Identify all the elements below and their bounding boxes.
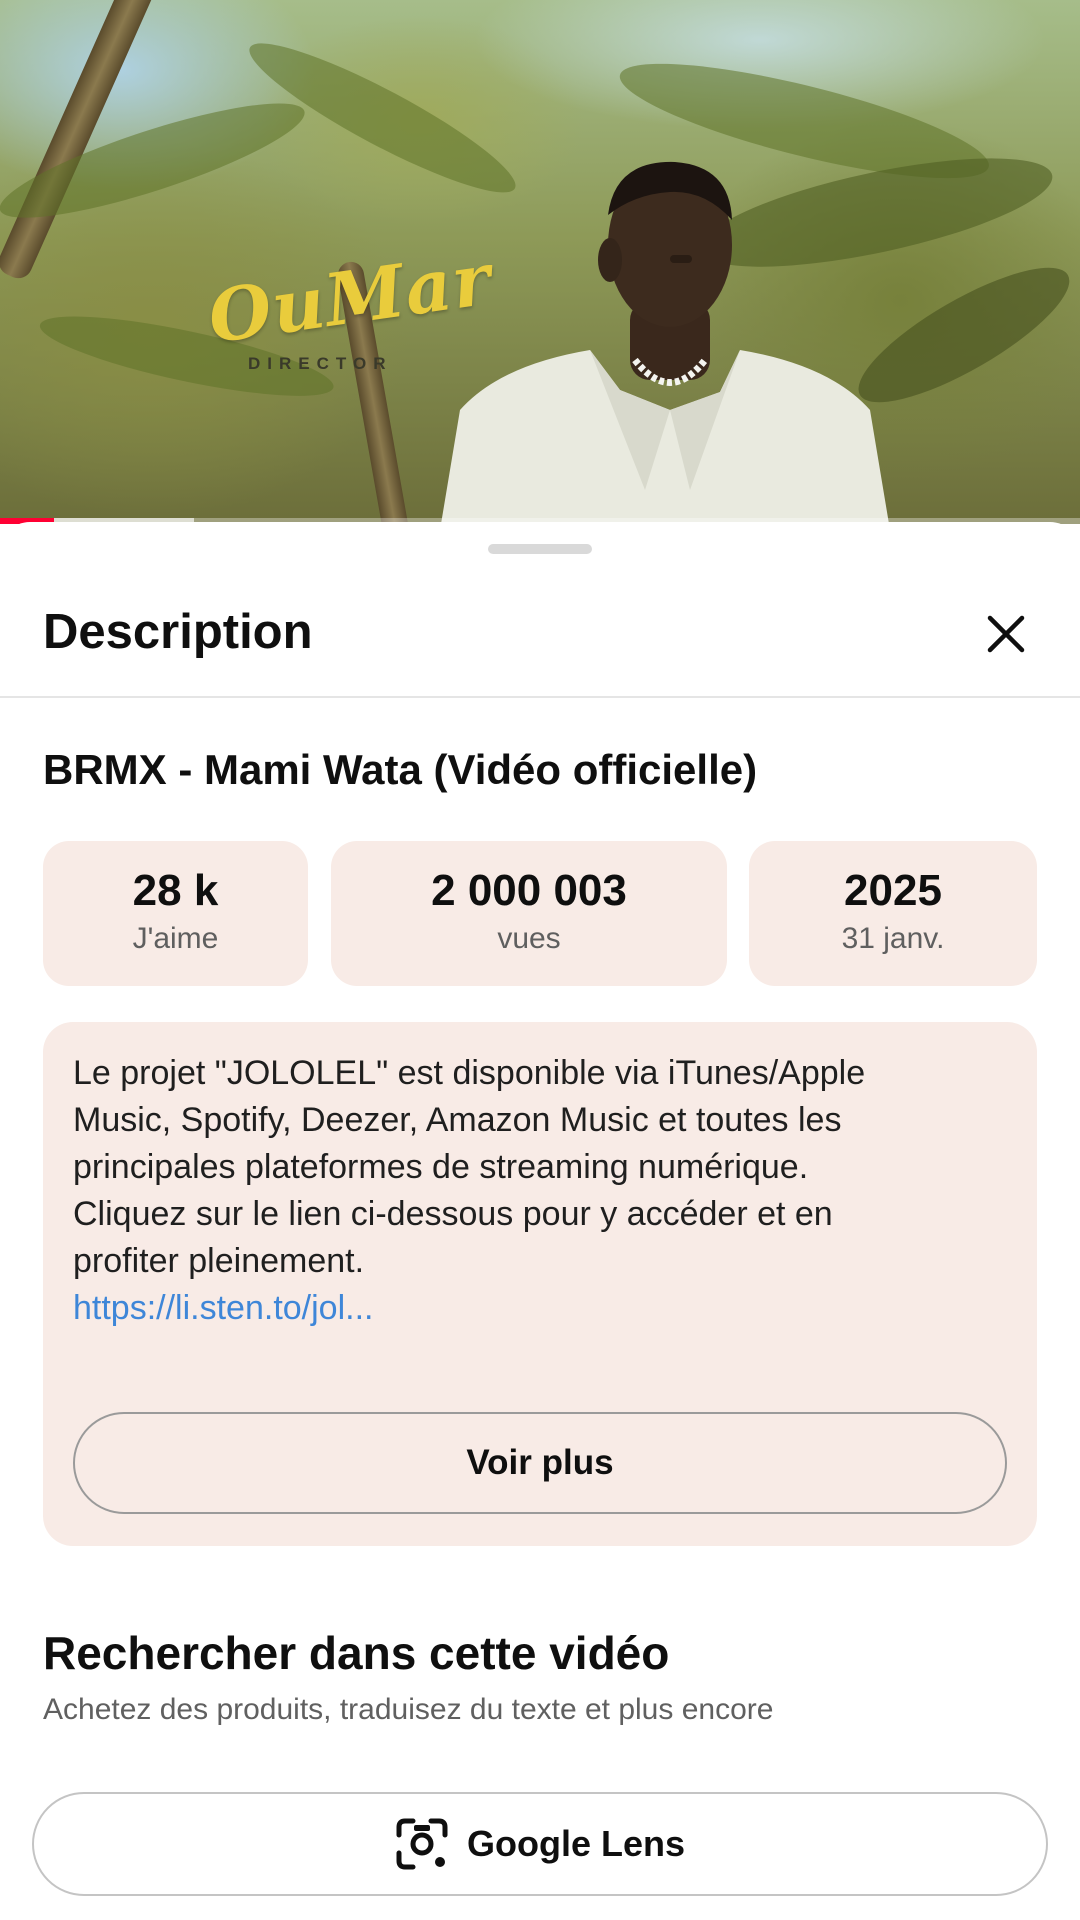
google-lens-button[interactable]: Google Lens — [32, 1792, 1048, 1896]
google-lens-label: Google Lens — [466, 1823, 686, 1864]
views-stat: 2 000 003 vues — [331, 841, 727, 986]
watermark-logo: OuMar DIRECTOR — [203, 236, 496, 382]
show-more-button[interactable]: Voir plus — [73, 1412, 1007, 1514]
header-divider — [0, 696, 1080, 698]
likes-stat: 28 k J'aime — [43, 841, 308, 986]
person-figure — [441, 161, 889, 524]
date-stat: 2025 31 janv. — [749, 841, 1037, 986]
drag-handle[interactable] — [488, 544, 592, 554]
search-section-title: Rechercher dans cette vidéo — [43, 1627, 670, 1679]
views-count: 2 000 003 — [431, 866, 627, 915]
description-sheet: Description BRMX - Mami Wata (Vidéo offi… — [0, 522, 1080, 1920]
description-line: principales plateformes de streaming num… — [73, 1148, 809, 1186]
likes-count: 28 k — [132, 866, 219, 915]
publish-year: 2025 — [844, 866, 942, 915]
close-icon — [987, 615, 1025, 653]
video-title: BRMX - Mami Wata (Vidéo officielle) — [43, 746, 758, 793]
description-link[interactable]: https://li.sten.to/jol... — [73, 1289, 373, 1327]
video-player[interactable]: OuMar DIRECTOR — [0, 0, 1080, 524]
description-line: Le projet "JOLOLEL" est disponible via i… — [73, 1054, 866, 1092]
publish-date: 31 janv. — [841, 922, 945, 955]
sheet-title: Description — [43, 605, 313, 659]
watermark-subtitle: DIRECTOR — [248, 354, 393, 373]
description-line: Cliquez sur le lien ci-dessous pour y ac… — [73, 1195, 833, 1233]
description-text: Le projet "JOLOLEL" est disponible via i… — [73, 1050, 1013, 1332]
close-button[interactable] — [978, 606, 1034, 662]
description-card: Le projet "JOLOLEL" est disponible via i… — [43, 1022, 1037, 1546]
views-label: vues — [497, 922, 561, 955]
description-line: profiter pleinement. — [73, 1242, 365, 1280]
description-line: Music, Spotify, Deezer, Amazon Music et … — [73, 1101, 842, 1139]
watermark-script: OuMar — [203, 235, 497, 360]
search-section-subtitle: Achetez des produits, traduisez du texte… — [43, 1693, 774, 1726]
google-lens-icon — [396, 1818, 448, 1870]
likes-label: J'aime — [132, 922, 219, 955]
